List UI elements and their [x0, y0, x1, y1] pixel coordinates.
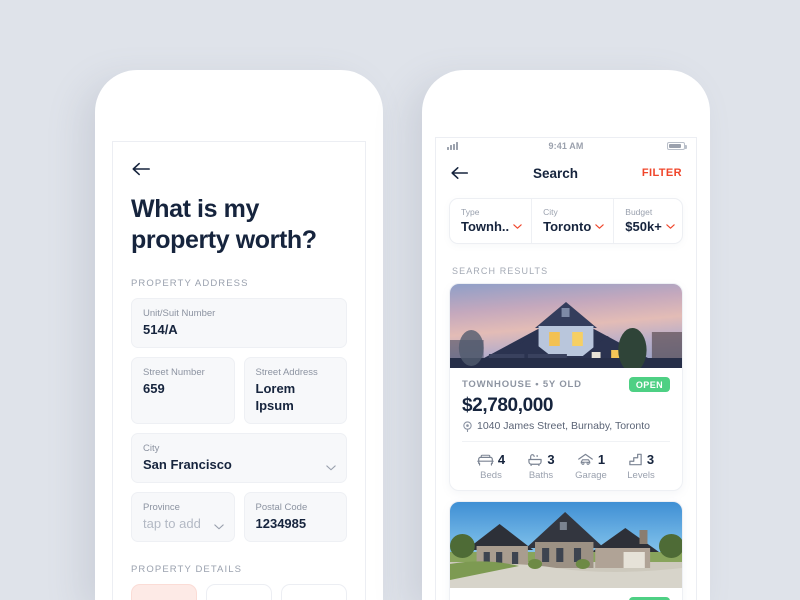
property-type-house[interactable] — [131, 584, 197, 600]
amenity-value: 1 — [597, 452, 606, 467]
location-pin-icon — [463, 420, 472, 432]
field-value: Lorem Ipsum — [255, 381, 296, 413]
field-label: Street Address — [255, 367, 318, 378]
chevron-down-icon[interactable] — [595, 224, 605, 229]
amenity-label: Levels — [627, 470, 655, 481]
status-bar: 9:41 AM — [436, 138, 696, 154]
listing-address: 1040 James Street, Burnaby, Toronto — [477, 420, 650, 432]
filter-value: Toronto — [543, 219, 592, 234]
back-arrow-icon[interactable] — [450, 165, 469, 181]
status-bar-time: 9:41 AM — [548, 141, 584, 151]
filter-bar: Type Townh.. City Toronto Budget $50k+ — [449, 198, 683, 244]
amenities-row: 4 Beds 3 Baths 1 Garage 3 Levels — [462, 441, 670, 490]
filter-button[interactable]: FILTER — [642, 167, 682, 179]
phone-mockup-right: 9:41 AM Search FILTER Type Townh.. City … — [422, 70, 710, 600]
field-province[interactable]: Province tap to add — [131, 492, 235, 542]
field-value: 514/A — [143, 322, 178, 337]
property-type-duplex[interactable] — [206, 584, 272, 600]
screen-property-worth: What is my property worth? PROPERTY ADDR… — [112, 141, 366, 600]
chevron-down-icon[interactable] — [213, 524, 224, 530]
field-label: Postal Code — [255, 502, 308, 513]
amenity-label: Garage — [575, 470, 607, 481]
amenity-levels: 3 Levels — [616, 451, 666, 481]
chevron-down-icon[interactable] — [513, 224, 522, 229]
amenity-beds: 4 Beds — [466, 451, 516, 481]
filter-value: Townh.. — [461, 219, 510, 234]
listing-meta: TOWNHOUSE • 5Y OLD — [462, 379, 582, 390]
amenity-value: 3 — [646, 452, 655, 467]
property-type-selector — [131, 584, 347, 600]
filter-budget[interactable]: Budget $50k+ — [613, 199, 684, 243]
canvas: What is my property worth? PROPERTY ADDR… — [0, 0, 800, 600]
listing-price: $2,780,000 — [462, 395, 554, 416]
garage-icon — [577, 453, 593, 465]
status-badge: OPEN — [628, 377, 670, 392]
amenity-value: 4 — [497, 452, 506, 467]
field-city[interactable]: City San Francisco — [131, 433, 347, 483]
field-street-address[interactable]: Street Address Lorem Ipsum — [243, 357, 347, 424]
phone-mockup-left: What is my property worth? PROPERTY ADDR… — [95, 70, 383, 600]
results-scroll-area[interactable]: SEARCH RESULTS TOWNHOUSE • 5Y OLD OPEN $… — [436, 252, 696, 600]
page-title: Search — [532, 165, 578, 181]
field-value: 659 — [143, 381, 165, 396]
levels-icon — [629, 453, 642, 466]
field-label: Street Number — [143, 367, 205, 378]
navigation-bar: Search FILTER — [436, 154, 696, 192]
field-value: 1234985 — [255, 516, 307, 531]
filter-label: City — [543, 207, 558, 217]
field-label: Unit/Suit Number — [143, 308, 216, 319]
house-dusk-photo — [450, 284, 682, 368]
section-label-property-details: PROPERTY DETAILS — [131, 564, 243, 575]
battery-icon — [667, 142, 687, 150]
amenity-label: Baths — [528, 470, 554, 481]
amenity-baths: 3 Baths — [516, 451, 566, 481]
field-postal-code[interactable]: Postal Code 1234985 — [243, 492, 347, 542]
field-unit-suit-number[interactable]: Unit/Suit Number 514/A — [131, 298, 347, 348]
page-title: What is my property worth? — [131, 195, 317, 254]
property-type-apartment[interactable] — [281, 584, 347, 600]
field-street-number[interactable]: Street Number 659 — [131, 357, 235, 424]
bed-icon — [477, 454, 494, 466]
filter-value: $50k+ — [625, 219, 662, 234]
filter-type[interactable]: Type Townh.. — [450, 199, 531, 243]
chevron-down-icon[interactable] — [326, 465, 336, 471]
section-label-search-results: SEARCH RESULTS — [452, 266, 549, 276]
filter-label: Type — [461, 207, 480, 217]
back-arrow-icon[interactable] — [131, 160, 151, 178]
listing-card[interactable]: TOWNHOUSE • 5Y OLD OPEN $2,780,000 1040 … — [449, 283, 683, 491]
amenity-garage: 1 Garage — [566, 451, 616, 481]
listing-card[interactable]: TOWNHOUSE • 7Y OLD OPEN — [449, 501, 683, 600]
amenity-label: Beds — [480, 470, 502, 481]
field-value: tap to add — [143, 516, 201, 531]
filter-city[interactable]: City Toronto — [531, 199, 613, 243]
chevron-down-icon[interactable] — [666, 224, 675, 229]
field-label: City — [143, 443, 160, 454]
house-day-photo — [450, 502, 682, 588]
amenity-value: 3 — [547, 452, 555, 467]
screen-search: 9:41 AM Search FILTER Type Townh.. City … — [435, 137, 697, 600]
bath-icon — [528, 454, 543, 466]
field-value: San Francisco — [143, 457, 232, 472]
field-label: Province — [143, 502, 180, 513]
section-label-property-address: PROPERTY ADDRESS — [131, 278, 249, 289]
filter-label: Budget — [625, 207, 653, 217]
signal-bars-icon — [447, 142, 481, 150]
